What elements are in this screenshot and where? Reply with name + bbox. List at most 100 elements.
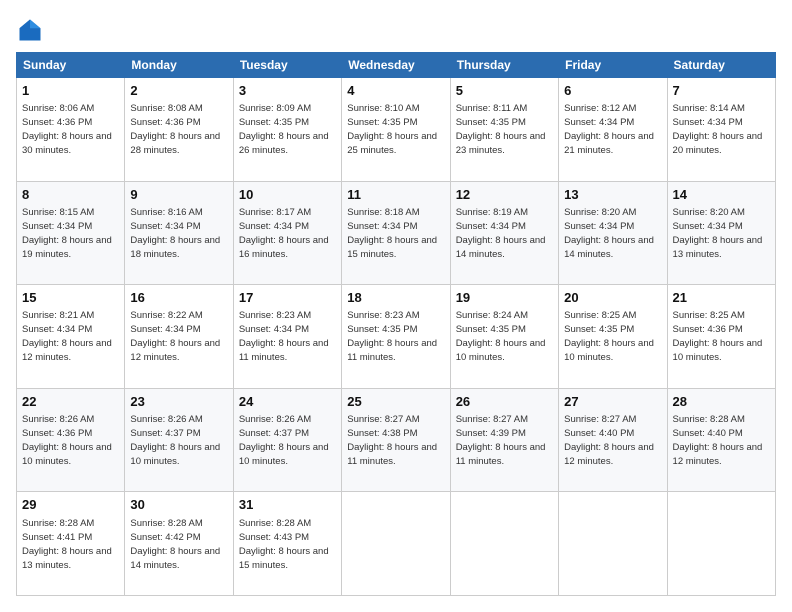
day-detail: Sunrise: 8:27 AMSunset: 4:40 PMDaylight:… xyxy=(564,414,654,467)
day-detail: Sunrise: 8:06 AMSunset: 4:36 PMDaylight:… xyxy=(22,103,112,156)
day-detail: Sunrise: 8:14 AMSunset: 4:34 PMDaylight:… xyxy=(673,103,763,156)
col-header-tuesday: Tuesday xyxy=(233,53,341,78)
day-detail: Sunrise: 8:28 AMSunset: 4:42 PMDaylight:… xyxy=(130,518,220,571)
calendar-cell: 9Sunrise: 8:16 AMSunset: 4:34 PMDaylight… xyxy=(125,181,233,285)
day-detail: Sunrise: 8:27 AMSunset: 4:38 PMDaylight:… xyxy=(347,414,437,467)
day-detail: Sunrise: 8:09 AMSunset: 4:35 PMDaylight:… xyxy=(239,103,329,156)
day-detail: Sunrise: 8:28 AMSunset: 4:43 PMDaylight:… xyxy=(239,518,329,571)
day-detail: Sunrise: 8:19 AMSunset: 4:34 PMDaylight:… xyxy=(456,207,546,260)
calendar-cell: 6 Sunrise: 8:12 AMSunset: 4:34 PMDaylight… xyxy=(559,78,667,182)
day-detail: Sunrise: 8:20 AMSunset: 4:34 PMDaylight:… xyxy=(673,207,763,260)
logo xyxy=(16,16,48,44)
day-number: 20 xyxy=(564,289,661,307)
calendar-cell: 27 Sunrise: 8:27 AMSunset: 4:40 PMDayligh… xyxy=(559,388,667,492)
day-detail: Sunrise: 8:23 AMSunset: 4:34 PMDaylight:… xyxy=(239,310,329,363)
day-detail: Sunrise: 8:28 AMSunset: 4:40 PMDaylight:… xyxy=(673,414,763,467)
calendar-week-5: 29Sunrise: 8:28 AMSunset: 4:41 PMDayligh… xyxy=(17,492,776,596)
day-number: 11 xyxy=(347,186,444,204)
col-header-sunday: Sunday xyxy=(17,53,125,78)
calendar-cell xyxy=(667,492,775,596)
day-detail: Sunrise: 8:26 AMSunset: 4:36 PMDaylight:… xyxy=(22,414,112,467)
calendar-cell: 7 Sunrise: 8:14 AMSunset: 4:34 PMDaylight… xyxy=(667,78,775,182)
day-number: 29 xyxy=(22,496,119,514)
day-number: 6 xyxy=(564,82,661,100)
day-number: 10 xyxy=(239,186,336,204)
calendar-cell: 8 Sunrise: 8:15 AMSunset: 4:34 PMDaylight… xyxy=(17,181,125,285)
col-header-saturday: Saturday xyxy=(667,53,775,78)
col-header-friday: Friday xyxy=(559,53,667,78)
calendar-week-1: 1 Sunrise: 8:06 AMSunset: 4:36 PMDaylight… xyxy=(17,78,776,182)
calendar-cell: 24 Sunrise: 8:26 AMSunset: 4:37 PMDayligh… xyxy=(233,388,341,492)
day-number: 2 xyxy=(130,82,227,100)
day-detail: Sunrise: 8:26 AMSunset: 4:37 PMDaylight:… xyxy=(239,414,329,467)
calendar-cell: 5Sunrise: 8:11 AMSunset: 4:35 PMDaylight… xyxy=(450,78,558,182)
day-number: 16 xyxy=(130,289,227,307)
calendar-cell: 14 Sunrise: 8:20 AMSunset: 4:34 PMDayligh… xyxy=(667,181,775,285)
day-number: 23 xyxy=(130,393,227,411)
col-header-wednesday: Wednesday xyxy=(342,53,450,78)
page: SundayMondayTuesdayWednesdayThursdayFrid… xyxy=(0,0,792,612)
calendar-cell: 30Sunrise: 8:28 AMSunset: 4:42 PMDayligh… xyxy=(125,492,233,596)
day-number: 24 xyxy=(239,393,336,411)
day-number: 27 xyxy=(564,393,661,411)
day-detail: Sunrise: 8:23 AMSunset: 4:35 PMDaylight:… xyxy=(347,310,437,363)
calendar-cell: 19 Sunrise: 8:24 AMSunset: 4:35 PMDayligh… xyxy=(450,285,558,389)
calendar-week-4: 22 Sunrise: 8:26 AMSunset: 4:36 PMDayligh… xyxy=(17,388,776,492)
day-number: 22 xyxy=(22,393,119,411)
day-number: 17 xyxy=(239,289,336,307)
day-detail: Sunrise: 8:21 AMSunset: 4:34 PMDaylight:… xyxy=(22,310,112,363)
calendar-cell xyxy=(342,492,450,596)
logo-icon xyxy=(16,16,44,44)
day-detail: Sunrise: 8:10 AMSunset: 4:35 PMDaylight:… xyxy=(347,103,437,156)
day-number: 14 xyxy=(673,186,770,204)
day-detail: Sunrise: 8:17 AMSunset: 4:34 PMDaylight:… xyxy=(239,207,329,260)
calendar-cell: 28Sunrise: 8:28 AMSunset: 4:40 PMDayligh… xyxy=(667,388,775,492)
calendar-cell: 20 Sunrise: 8:25 AMSunset: 4:35 PMDayligh… xyxy=(559,285,667,389)
day-number: 1 xyxy=(22,82,119,100)
calendar-cell: 18 Sunrise: 8:23 AMSunset: 4:35 PMDayligh… xyxy=(342,285,450,389)
header xyxy=(16,16,776,44)
calendar-week-3: 15 Sunrise: 8:21 AMSunset: 4:34 PMDayligh… xyxy=(17,285,776,389)
day-detail: Sunrise: 8:24 AMSunset: 4:35 PMDaylight:… xyxy=(456,310,546,363)
day-number: 9 xyxy=(130,186,227,204)
day-detail: Sunrise: 8:22 AMSunset: 4:34 PMDaylight:… xyxy=(130,310,220,363)
day-detail: Sunrise: 8:25 AMSunset: 4:35 PMDaylight:… xyxy=(564,310,654,363)
day-detail: Sunrise: 8:20 AMSunset: 4:34 PMDaylight:… xyxy=(564,207,654,260)
calendar-cell: 16 Sunrise: 8:22 AMSunset: 4:34 PMDayligh… xyxy=(125,285,233,389)
day-number: 4 xyxy=(347,82,444,100)
calendar-cell: 21 Sunrise: 8:25 AMSunset: 4:36 PMDayligh… xyxy=(667,285,775,389)
day-detail: Sunrise: 8:25 AMSunset: 4:36 PMDaylight:… xyxy=(673,310,763,363)
calendar-cell: 4 Sunrise: 8:10 AMSunset: 4:35 PMDaylight… xyxy=(342,78,450,182)
calendar-cell: 11 Sunrise: 8:18 AMSunset: 4:34 PMDayligh… xyxy=(342,181,450,285)
calendar-cell: 12Sunrise: 8:19 AMSunset: 4:34 PMDayligh… xyxy=(450,181,558,285)
day-detail: Sunrise: 8:08 AMSunset: 4:36 PMDaylight:… xyxy=(130,103,220,156)
calendar-cell xyxy=(450,492,558,596)
day-number: 13 xyxy=(564,186,661,204)
day-number: 8 xyxy=(22,186,119,204)
calendar-cell: 23 Sunrise: 8:26 AMSunset: 4:37 PMDayligh… xyxy=(125,388,233,492)
day-detail: Sunrise: 8:15 AMSunset: 4:34 PMDaylight:… xyxy=(22,207,112,260)
day-number: 21 xyxy=(673,289,770,307)
day-detail: Sunrise: 8:27 AMSunset: 4:39 PMDaylight:… xyxy=(456,414,546,467)
calendar-cell xyxy=(559,492,667,596)
calendar-cell: 26 Sunrise: 8:27 AMSunset: 4:39 PMDayligh… xyxy=(450,388,558,492)
day-number: 18 xyxy=(347,289,444,307)
day-number: 19 xyxy=(456,289,553,307)
calendar-cell: 1 Sunrise: 8:06 AMSunset: 4:36 PMDaylight… xyxy=(17,78,125,182)
day-number: 25 xyxy=(347,393,444,411)
day-number: 5 xyxy=(456,82,553,100)
col-header-thursday: Thursday xyxy=(450,53,558,78)
calendar-cell: 17 Sunrise: 8:23 AMSunset: 4:34 PMDayligh… xyxy=(233,285,341,389)
day-number: 26 xyxy=(456,393,553,411)
calendar-cell: 10 Sunrise: 8:17 AMSunset: 4:34 PMDayligh… xyxy=(233,181,341,285)
col-header-monday: Monday xyxy=(125,53,233,78)
calendar-cell: 13 Sunrise: 8:20 AMSunset: 4:34 PMDayligh… xyxy=(559,181,667,285)
day-number: 7 xyxy=(673,82,770,100)
calendar-cell: 3Sunrise: 8:09 AMSunset: 4:35 PMDaylight… xyxy=(233,78,341,182)
calendar-cell: 29Sunrise: 8:28 AMSunset: 4:41 PMDayligh… xyxy=(17,492,125,596)
day-detail: Sunrise: 8:12 AMSunset: 4:34 PMDaylight:… xyxy=(564,103,654,156)
day-detail: Sunrise: 8:26 AMSunset: 4:37 PMDaylight:… xyxy=(130,414,220,467)
calendar-cell: 31Sunrise: 8:28 AMSunset: 4:43 PMDayligh… xyxy=(233,492,341,596)
day-detail: Sunrise: 8:18 AMSunset: 4:34 PMDaylight:… xyxy=(347,207,437,260)
day-number: 15 xyxy=(22,289,119,307)
